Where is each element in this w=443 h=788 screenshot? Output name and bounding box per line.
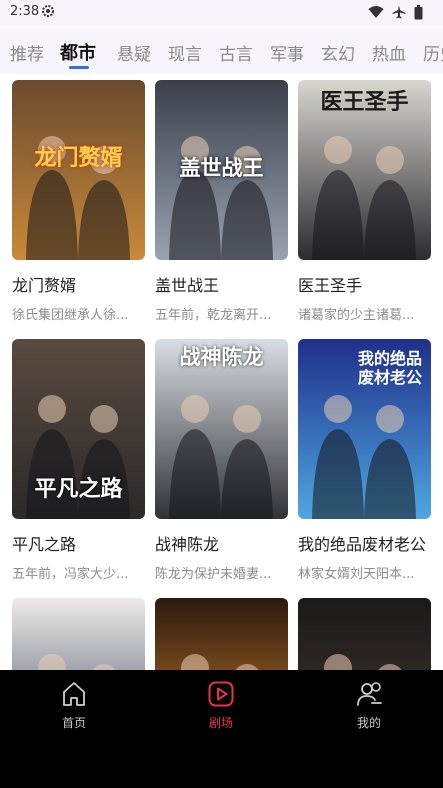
status-icons bbox=[368, 4, 423, 20]
tab-fantasy[interactable]: 玄幻 bbox=[321, 40, 355, 65]
drama-title[interactable]: 龙门赘婿 bbox=[12, 272, 145, 296]
drama-poster[interactable]: 盖世战王 bbox=[155, 80, 288, 260]
drama-description: 诸葛家的少主诸葛... bbox=[298, 308, 415, 323]
airplane-icon bbox=[392, 5, 406, 19]
status-time: 2:38 bbox=[10, 4, 40, 19]
drama-description: 五年前，冯家大少... bbox=[12, 567, 129, 582]
drama-card[interactable] bbox=[298, 598, 431, 670]
poster-title: 龙门赘婿 bbox=[34, 145, 123, 171]
drama-poster[interactable] bbox=[12, 598, 145, 670]
drama-card[interactable]: 平凡之路 平凡之路 五年前，冯家大少... bbox=[12, 339, 145, 582]
nav-profile[interactable]: 我的 bbox=[329, 680, 409, 731]
drama-card[interactable]: 医王圣手 医王圣手 诸葛家的少主诸葛... bbox=[298, 80, 431, 323]
drama-poster[interactable]: 我的绝品废材老公 bbox=[298, 339, 431, 519]
nav-theater[interactable]: 剧场 bbox=[181, 680, 261, 731]
gear-icon bbox=[42, 5, 54, 17]
drama-card[interactable]: 盖世战王 盖世战王 五年前，乾龙离开... bbox=[155, 80, 288, 323]
active-tab-indicator bbox=[69, 66, 89, 69]
tab-modern-romance[interactable]: 现言 bbox=[168, 40, 202, 65]
wifi-icon bbox=[368, 6, 384, 18]
drama-card[interactable] bbox=[12, 598, 145, 670]
drama-poster[interactable] bbox=[155, 598, 288, 670]
drama-description: 徐氏集团继承人徐... bbox=[12, 308, 129, 323]
poster-art bbox=[155, 598, 288, 670]
tab-passion[interactable]: 热血 bbox=[372, 40, 406, 65]
drama-description: 陈龙为保护未婚妻... bbox=[155, 567, 272, 582]
drama-title[interactable]: 我的绝品废材老公 bbox=[298, 531, 431, 555]
drama-title[interactable]: 战神陈龙 bbox=[155, 531, 288, 555]
drama-card[interactable] bbox=[155, 598, 288, 670]
drama-poster[interactable] bbox=[298, 598, 431, 670]
drama-poster[interactable]: 战神陈龙 bbox=[155, 339, 288, 519]
drama-description: 五年前，乾龙离开... bbox=[155, 308, 272, 323]
nav-label: 剧场 bbox=[208, 716, 233, 730]
poster-title: 平凡之路 bbox=[34, 476, 123, 502]
drama-description: 林家女婿刘天阳本... bbox=[298, 567, 415, 582]
system-navigation-area bbox=[0, 736, 443, 788]
tab-military[interactable]: 军事 bbox=[270, 40, 304, 65]
poster-art bbox=[12, 598, 145, 670]
drama-title[interactable]: 医王圣手 bbox=[298, 272, 431, 296]
nav-home[interactable]: 首页 bbox=[34, 680, 114, 731]
drama-card[interactable]: 战神陈龙 战神陈龙 陈龙为保护未婚妻... bbox=[155, 339, 288, 582]
drama-card[interactable]: 我的绝品废材老公 我的绝品废材老公 林家女婿刘天阳本... bbox=[298, 339, 431, 582]
drama-title[interactable]: 盖世战王 bbox=[155, 272, 288, 296]
tab-history[interactable]: 历史 bbox=[423, 40, 443, 65]
poster-title: 战神陈龙 bbox=[179, 344, 264, 369]
category-tabs: 推荐 都市 悬疑 现言 古言 军事 玄幻 热血 历史 bbox=[0, 28, 443, 74]
tab-urban[interactable]: 都市 bbox=[60, 39, 96, 65]
poster-art bbox=[298, 598, 431, 670]
poster-title: 我的绝品废材老公 bbox=[358, 349, 423, 387]
home-icon bbox=[63, 682, 85, 706]
drama-title[interactable]: 平凡之路 bbox=[12, 531, 145, 555]
drama-card[interactable]: 龙门赘婿 龙门赘婿 徐氏集团继承人徐... bbox=[12, 80, 145, 323]
tab-suspense[interactable]: 悬疑 bbox=[117, 40, 151, 65]
profile-icon bbox=[357, 682, 382, 706]
drama-poster[interactable]: 龙门赘婿 bbox=[12, 80, 145, 260]
play-icon bbox=[208, 681, 234, 707]
tab-recommend[interactable]: 推荐 bbox=[10, 40, 44, 65]
bottom-navigation: 首页 剧场 我的 bbox=[0, 670, 443, 736]
status-bar: 2:38 bbox=[0, 0, 443, 26]
battery-icon bbox=[414, 4, 423, 19]
nav-label: 我的 bbox=[356, 716, 381, 730]
drama-grid: 龙门赘婿 龙门赘婿 徐氏集团继承人徐... 盖世战王 盖世战王 五年前，乾龙离开… bbox=[0, 80, 443, 670]
poster-title: 盖世战王 bbox=[179, 155, 264, 180]
nav-label: 首页 bbox=[61, 716, 86, 730]
tab-ancient-romance[interactable]: 古言 bbox=[219, 40, 253, 65]
drama-poster[interactable]: 医王圣手 bbox=[298, 80, 431, 260]
poster-title: 医王圣手 bbox=[320, 89, 409, 115]
drama-poster[interactable]: 平凡之路 bbox=[12, 339, 145, 519]
